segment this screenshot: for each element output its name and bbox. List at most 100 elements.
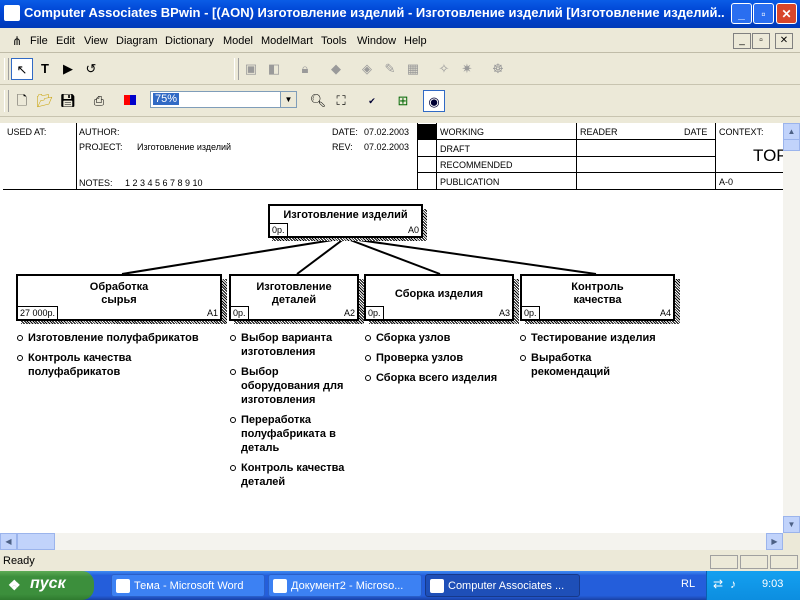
task-button-bpwin[interactable]: Computer Associates ... [425, 574, 580, 597]
toolbar-grip[interactable] [234, 58, 239, 80]
new-file-icon[interactable]: 🗋 [11, 90, 33, 112]
network-icon[interactable]: ⇄ [713, 577, 723, 591]
app-menu-icon[interactable]: ⋔ [12, 34, 22, 48]
mdi-minimize-button[interactable]: _ [733, 33, 751, 49]
users-icon: ☸ [492, 61, 504, 76]
vertical-scrollbar[interactable]: ▲ ▼ [783, 123, 800, 533]
open-folder-icon[interactable]: 📂︎ [34, 90, 56, 112]
activity-box-a0[interactable]: Изготовление изделий 0р. A0 [268, 204, 423, 238]
menu-edit[interactable]: Edit [56, 35, 75, 47]
status-panel [710, 555, 738, 569]
settings-icon: ✷ [461, 61, 473, 76]
activity-title-line: Обработка [89, 281, 149, 293]
arrow-tool-icon: ◧ [267, 61, 281, 76]
scroll-left-icon[interactable]: ◀ [0, 533, 17, 550]
close-button[interactable]: ✕ [776, 3, 797, 24]
mdi-close-button[interactable]: ✕ [775, 33, 793, 49]
color-icon[interactable] [119, 90, 141, 112]
minimize-button[interactable]: _ [731, 3, 752, 24]
zoom-select[interactable]: 75% ▼ [150, 91, 297, 108]
text-tool-icon[interactable]: T [34, 58, 56, 80]
vertical-scroll-thumb[interactable] [783, 139, 800, 151]
tunnel-icon: ◈ [362, 61, 372, 76]
line-a0-a3 [344, 237, 441, 275]
print-icon[interactable]: ⎙ [88, 90, 110, 112]
line-a0-a4 [344, 237, 597, 275]
pointer-tool-icon[interactable]: ↖ [11, 58, 33, 80]
status-panel [740, 555, 768, 569]
spell-check-icon[interactable]: ✔ [361, 90, 383, 112]
zoom-value: 75% [153, 93, 180, 105]
menu-view[interactable]: View [84, 35, 108, 47]
activity-title-line: Изготовление [256, 281, 332, 293]
menu-modelmart[interactable]: ModelMart [261, 35, 313, 47]
model-explorer-icon[interactable]: ⊞ [392, 90, 414, 112]
modelmart-icon[interactable]: ◉ [423, 90, 445, 112]
menu-diagram[interactable]: Diagram [116, 35, 158, 47]
lock-icon: 🔒︎ [301, 61, 309, 76]
a3-subtasks: Сборка узлов Проверка узлов Сборка всего… [365, 331, 515, 391]
menu-model[interactable]: Model [223, 35, 253, 47]
menu-dictionary[interactable]: Dictionary [165, 35, 214, 47]
list-item: Выработка рекомендаций [520, 351, 631, 379]
zoom-fit-icon[interactable]: ⛶ [330, 90, 352, 112]
menu-tools[interactable]: Tools [321, 35, 347, 47]
reference-icon: ✧ [438, 61, 450, 76]
window-title: Computer Associates BPwin - [(AON) Изгот… [24, 5, 724, 20]
toolbar-grip[interactable] [4, 58, 9, 80]
undo-tool-icon[interactable]: ↺ [80, 58, 102, 80]
bpwin-app-icon[interactable] [4, 5, 20, 21]
activity-number: A1 [206, 308, 218, 318]
scroll-up-icon[interactable]: ▲ [783, 123, 800, 140]
list-item: Сборка всего изделия [365, 371, 515, 385]
menu-file[interactable]: File [30, 35, 48, 47]
clock: 9:03 [762, 578, 784, 590]
language-indicator[interactable]: RL [681, 578, 695, 590]
activity-box-a1[interactable]: Обработка сырья 27 000р. A1 [16, 274, 222, 321]
activity-number: A3 [498, 308, 510, 318]
line-a0-a1 [121, 237, 346, 275]
activity-cost: 0р. [270, 223, 288, 236]
horizontal-scroll-thumb[interactable] [17, 533, 55, 550]
zoom-in-icon[interactable]: 🔍︎ [307, 90, 329, 112]
scroll-down-icon[interactable]: ▼ [783, 516, 800, 533]
system-tray: ⇄ ♪ 9:03 [706, 571, 800, 600]
list-item: Выбор варианта изготовления [230, 331, 346, 359]
maximize-button[interactable]: ▫ [753, 3, 774, 24]
toolbar-grip[interactable] [4, 90, 9, 112]
mdi-restore-button[interactable]: ▫ [752, 33, 770, 49]
activity-box-a2[interactable]: Изготовление деталей 0р. A2 [229, 274, 359, 321]
a2-subtasks: Выбор варианта изготовления Выбор оборуд… [230, 331, 358, 495]
activity-title-line: сырья [101, 294, 137, 306]
activity-title-line: Сборка изделия [394, 288, 484, 300]
activity-box-icon: ▣ [244, 61, 258, 76]
diagram-canvas[interactable]: USED AT: AUTHOR: PROJECT: Изготовление и… [0, 123, 783, 533]
activity-number: A2 [343, 308, 355, 318]
activity-number: A0 [407, 225, 419, 235]
volume-icon[interactable]: ♪ [730, 577, 736, 591]
a1-subtasks: Изготовление полуфабрикатов Контроль кач… [17, 331, 227, 385]
bpwin-app-icon [430, 579, 444, 593]
activity-title: Сборка изделия [366, 288, 512, 301]
chevron-down-icon[interactable]: ▼ [280, 92, 296, 107]
menu-window[interactable]: Window [357, 35, 396, 47]
navigate-tool-icon[interactable]: ▶ [57, 58, 79, 80]
activity-cost: 0р. [231, 306, 249, 319]
list-item: Выбор оборудования для изготовления [230, 365, 358, 407]
horizontal-scrollbar[interactable]: ◀ ▶ [0, 533, 783, 550]
task-label: Документ2 - Microso... [291, 580, 404, 592]
start-button[interactable]: ❖ пуск [0, 571, 94, 600]
task-button-word-doc2[interactable]: Документ2 - Microso... [268, 574, 422, 597]
menu-help[interactable]: Help [404, 35, 427, 47]
scroll-right-icon[interactable]: ▶ [766, 533, 783, 550]
squiggle-icon: ◆ [331, 61, 341, 76]
activity-box-a4[interactable]: Контроль качества 0р. A4 [520, 274, 675, 321]
list-item: Контроль качества полуфабрикатов [17, 351, 148, 379]
save-icon[interactable]: 💾︎ [57, 90, 79, 112]
task-button-word-tema[interactable]: Тема - Microsoft Word [111, 574, 265, 597]
list-item: Изготовление полуфабрикатов [17, 331, 227, 345]
activity-box-a3[interactable]: Сборка изделия 0р. A3 [364, 274, 514, 321]
activity-number: A4 [659, 308, 671, 318]
task-label: Computer Associates ... [448, 580, 565, 592]
a4-subtasks: Тестирование изделия Выработка рекоменда… [520, 331, 680, 385]
